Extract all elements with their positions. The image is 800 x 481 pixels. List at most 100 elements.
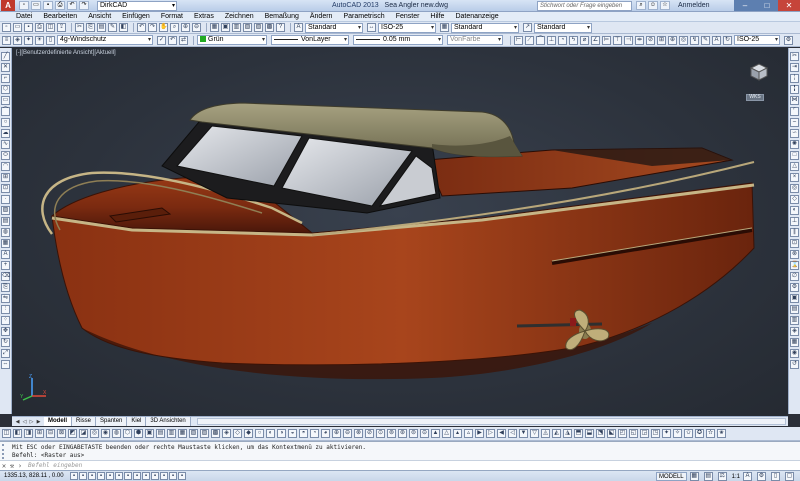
layout-tab[interactable]: Modell (44, 417, 72, 426)
layout-tab[interactable]: 3D Ansichten (146, 417, 191, 426)
publish-icon[interactable]: ⇪ (57, 23, 66, 32)
designcenter-icon[interactable]: ▣ (221, 23, 230, 32)
view-manager-icon[interactable]: ▦ (790, 338, 799, 347)
print-icon[interactable]: ⎙ (35, 23, 44, 32)
extend-icon[interactable]: ⇥ (790, 63, 799, 72)
match-properties-icon[interactable]: ✎ (108, 23, 117, 32)
color-select[interactable]: Grün ▾ (197, 35, 267, 45)
user-icon[interactable]: ☺ (648, 1, 658, 10)
minimize-icon[interactable]: – (734, 0, 756, 11)
maximize-icon[interactable]: □ (756, 0, 778, 11)
line-icon[interactable]: ╱ (1, 52, 10, 61)
fly-icon[interactable]: ◒ (288, 429, 297, 438)
tolerance-icon[interactable]: ⊞ (657, 35, 666, 45)
scale-icon[interactable]: ⤢ (1, 349, 10, 358)
nw-iso-icon[interactable]: ▼ (519, 429, 528, 438)
quick-view-layouts-icon[interactable]: ▦ (689, 472, 699, 481)
extrude-icon[interactable]: ◎ (90, 429, 99, 438)
menu-item[interactable]: Datenanzeige (455, 12, 498, 22)
table-icon[interactable]: ▦ (1, 239, 10, 248)
cone-icon[interactable]: ⊞ (35, 429, 44, 438)
search-input[interactable]: Stichwort oder Frage eingeben (537, 1, 632, 11)
snap-parallel-icon[interactable]: ∥ (790, 228, 799, 237)
environment-icon[interactable]: ✪ (695, 429, 704, 438)
arc-icon[interactable]: ⌒ (1, 107, 10, 116)
linear-dim-icon[interactable]: ⊢ (514, 35, 523, 45)
blend-icon[interactable]: ∽ (790, 129, 799, 138)
coordinate-readout[interactable]: 1335.13, 828.11 , 0.00 (4, 473, 64, 479)
zoom-realtime-icon[interactable]: ⌕ (170, 23, 179, 32)
xray-icon[interactable]: ⊛ (398, 429, 407, 438)
annotation-scale[interactable]: 1:1 (732, 474, 740, 480)
cut-icon[interactable]: ✂ (75, 23, 84, 32)
break-icon[interactable]: ⊘ (646, 35, 655, 45)
shell-icon[interactable]: ▨ (200, 429, 209, 438)
application-menu-button[interactable]: A (1, 0, 15, 11)
view-iso-icon[interactable]: ◈ (790, 327, 799, 336)
copy-object-icon[interactable]: ⎘ (1, 283, 10, 292)
wrench-icon[interactable]: ⚒ (8, 462, 16, 470)
snap-intersection-icon[interactable]: × (790, 173, 799, 182)
workspace-select[interactable]: DirkCAD ▾ (97, 0, 177, 11)
lock-icon[interactable]: ▯ (46, 35, 55, 45)
region-icon[interactable]: ◍ (1, 228, 10, 237)
insert-block-icon[interactable]: ⊞ (1, 173, 10, 182)
snap-insert-icon[interactable]: ⊡ (790, 239, 799, 248)
materials-icon[interactable]: ◔ (310, 429, 319, 438)
polyline-icon[interactable]: ⌐ (1, 74, 10, 83)
se-iso-icon[interactable]: ◀ (497, 429, 506, 438)
left-view-icon[interactable]: △ (442, 429, 451, 438)
snap-tangent-icon[interactable]: ◐ (790, 206, 799, 215)
lights-icon[interactable]: ◕ (321, 429, 330, 438)
plotstyle-select[interactable]: VonFarbe ▾ (447, 35, 503, 45)
save-icon[interactable]: ▪ (24, 23, 33, 32)
space-icon[interactable]: ⇹ (635, 35, 644, 45)
lock-icon[interactable]: ▯ (771, 472, 780, 481)
viewcube-icon[interactable] (748, 62, 770, 82)
aligned-dim-icon[interactable]: ⟋ (525, 35, 534, 45)
snap-midpoint-icon[interactable]: △ (790, 162, 799, 171)
wireframe-icon[interactable]: ⊖ (343, 429, 352, 438)
snap-quadrant-icon[interactable]: ◇ (790, 195, 799, 204)
point-icon[interactable]: · (1, 195, 10, 204)
drawing-viewport[interactable]: [-][Benutzerdefinierte Ansicht][Aktuell] (12, 48, 788, 416)
menu-item[interactable]: Parametrisch (343, 12, 384, 22)
ucs-x-icon[interactable]: ⬕ (607, 429, 616, 438)
bottom-view-icon[interactable]: ▶ (475, 429, 484, 438)
menu-item[interactable]: Fenster (396, 12, 420, 22)
break-icon[interactable]: ╏ (790, 85, 799, 94)
hatch-icon[interactable]: ▨ (1, 206, 10, 215)
snap-none-icon[interactable]: ∅ (790, 272, 799, 281)
pan-icon[interactable]: ✋ (159, 23, 168, 32)
wcs-button[interactable]: WKS (746, 94, 764, 101)
snap-endpoint-icon[interactable]: □ (790, 151, 799, 160)
copy-icon[interactable]: ⎘ (86, 23, 95, 32)
wedge-icon[interactable]: ◨ (24, 429, 33, 438)
dim-update-icon[interactable]: ↻ (723, 35, 732, 45)
move-icon[interactable]: ✥ (1, 327, 10, 336)
menu-item[interactable]: Zeichnen (225, 12, 254, 22)
undo-icon[interactable]: ↶ (137, 23, 146, 32)
annotation-visibility-icon[interactable]: A (743, 472, 752, 481)
snap-node-icon[interactable]: ⊗ (790, 250, 799, 259)
snap-perpendicular-icon[interactable]: ⊥ (790, 217, 799, 226)
first-tab-icon[interactable]: ◀ (14, 418, 21, 426)
pyramid-icon[interactable]: ◪ (79, 429, 88, 438)
ucs-face-icon[interactable]: ◭ (552, 429, 561, 438)
clean-screen-icon[interactable]: ▢ (785, 472, 794, 481)
mleader-style-select[interactable]: Standard ▾ (534, 22, 592, 33)
selection-cycling-icon[interactable]: ▪ (178, 472, 186, 480)
orbit-icon[interactable]: ◆ (244, 429, 253, 438)
ucs-apply-icon[interactable]: ◲ (640, 429, 649, 438)
quick-dim-icon[interactable]: ⊨ (602, 35, 611, 45)
quick-view-drawings-icon[interactable]: ▤ (703, 472, 713, 481)
ucs-zaxis-icon[interactable]: ⬓ (585, 429, 594, 438)
ne-iso-icon[interactable]: ◁ (508, 429, 517, 438)
save-icon[interactable]: ▪ (43, 1, 53, 10)
star-icon[interactable]: ☆ (660, 1, 670, 10)
layout-tab[interactable]: Spanten (96, 417, 128, 426)
menu-item[interactable]: Format (161, 12, 183, 22)
grid-display-icon[interactable]: ▪ (79, 472, 87, 480)
union-icon[interactable]: ⬢ (134, 429, 143, 438)
layer-select[interactable]: 4g-Windschutz ▾ (57, 35, 153, 45)
